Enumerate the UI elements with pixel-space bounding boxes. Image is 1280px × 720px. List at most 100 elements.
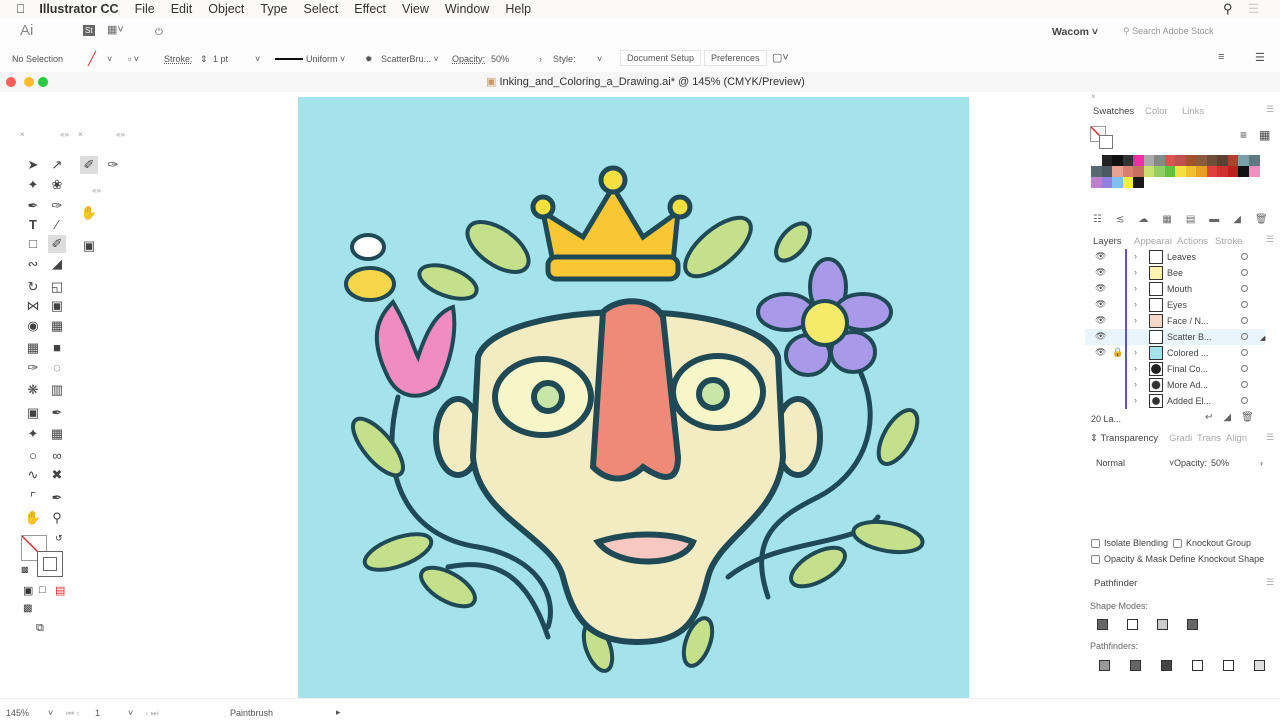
layer-row[interactable]: 👁 › Bee	[1085, 265, 1265, 281]
blend-tool[interactable]: ◌	[48, 359, 66, 377]
magic-wand-tool[interactable]: ✦	[24, 176, 42, 194]
swatches-menu-icon[interactable]: ☰	[1266, 104, 1274, 115]
stroke-label[interactable]: Stroke:	[164, 54, 193, 64]
layers-menu-icon[interactable]: ☰	[1266, 234, 1274, 245]
target-icon[interactable]	[1241, 397, 1248, 404]
visibility-eye-icon[interactable]: 👁	[1095, 267, 1106, 278]
swatch[interactable]	[1101, 166, 1113, 177]
blob-brush-tool[interactable]: ∞	[48, 447, 66, 465]
swatch[interactable]	[1248, 166, 1260, 177]
target-icon[interactable]	[1241, 301, 1248, 308]
outline-icon[interactable]	[1223, 660, 1234, 671]
visibility-eye-icon[interactable]: 👁	[1095, 283, 1106, 294]
swatch[interactable]	[1217, 166, 1228, 177]
swatch-options-icon[interactable]: ▦	[1162, 214, 1185, 225]
knife-tool[interactable]: ✒	[48, 489, 66, 507]
swatch[interactable]	[1196, 166, 1207, 177]
swatch[interactable]	[1101, 177, 1113, 188]
list-view-icon[interactable]: ≡	[1240, 128, 1247, 142]
tab-appearance[interactable]: Appearai	[1134, 236, 1172, 247]
gpu-icon[interactable]: ⏻	[155, 27, 163, 38]
minimize-window-button[interactable]	[24, 77, 34, 87]
swatch[interactable]	[1164, 166, 1176, 177]
opacity-label[interactable]: Opacity:	[452, 54, 485, 64]
stroke-color-box[interactable]	[37, 551, 63, 577]
minus-back-icon[interactable]	[1254, 660, 1265, 671]
expand-chevron-icon[interactable]: ›	[1134, 315, 1137, 325]
swap-colors-icon[interactable]: ↺	[55, 533, 63, 544]
swatch[interactable]	[1206, 155, 1218, 166]
layer-row[interactable]: 👁 › Leaves	[1085, 249, 1265, 265]
swatch[interactable]	[1196, 155, 1207, 166]
swatch[interactable]	[1122, 166, 1134, 177]
swatch[interactable]	[1122, 177, 1134, 188]
layer-row[interactable]: 👁 › Face / N...	[1085, 313, 1265, 329]
free-transform-tool[interactable]: ▣	[48, 297, 66, 315]
layer-row[interactable]: › Final Co...	[1085, 361, 1265, 377]
swatch[interactable]	[1185, 166, 1197, 177]
scale-tool[interactable]: ◱	[48, 278, 66, 296]
gradient-mode-icon[interactable]: □	[39, 584, 46, 596]
arrange-documents-icon[interactable]: ▦˅	[107, 23, 124, 36]
new-layer-icon[interactable]: ◢	[1223, 412, 1241, 423]
pathfinder-menu-icon[interactable]: ☰	[1266, 577, 1274, 588]
expand-chevron-icon[interactable]: ›	[1134, 283, 1137, 293]
shaper-tool[interactable]: ∾	[24, 255, 42, 273]
swatch[interactable]	[1143, 166, 1155, 177]
search-icon[interactable]: ⚲	[1223, 1, 1233, 17]
lock-icon[interactable]: 🔒	[1112, 347, 1123, 358]
zoom-tool[interactable]: ⚲	[48, 509, 66, 527]
exclude-icon[interactable]	[1187, 619, 1198, 630]
stroke-weight[interactable]: 1 pt	[213, 54, 228, 64]
panel-close-icon[interactable]: ×	[1091, 92, 1096, 101]
pen-tool[interactable]: ✒	[24, 197, 42, 215]
cc-library-icon[interactable]: ☁	[1138, 214, 1162, 225]
expand-chevron-icon[interactable]: ›	[1134, 379, 1137, 389]
swatch[interactable]	[1154, 166, 1165, 177]
fill-swatch[interactable]: ╱	[88, 51, 96, 67]
lasso-tool[interactable]: ❀	[48, 176, 66, 194]
tab-layers[interactable]: Layers	[1093, 236, 1122, 247]
gradient-tool[interactable]: ■	[48, 339, 66, 357]
swatch-stroke-indicator[interactable]	[1099, 135, 1113, 149]
artboard-flyout[interactable]: ▣	[80, 237, 98, 255]
swatch[interactable]	[1133, 166, 1144, 177]
line-tool[interactable]: ∕	[48, 216, 66, 234]
knockout-group-checkbox[interactable]: Knockout Group	[1173, 538, 1251, 549]
swatch[interactable]	[1133, 155, 1144, 166]
perspective-grid-tool[interactable]: ▦	[48, 317, 66, 335]
tools-close-icon[interactable]: ×	[20, 130, 25, 139]
artboard-next-last[interactable]: › ⏭	[145, 708, 159, 719]
visibility-eye-icon[interactable]: 👁	[1095, 315, 1106, 326]
brush-definition[interactable]: ScatterBru... ˅	[381, 54, 439, 64]
expand-chevron-icon[interactable]: ›	[1134, 395, 1137, 405]
hand-tool[interactable]: ✋	[24, 509, 42, 527]
target-icon[interactable]	[1241, 333, 1248, 340]
menu-view[interactable]: View	[402, 2, 429, 16]
zoom-level[interactable]: 145%	[6, 708, 29, 718]
swatch[interactable]	[1248, 155, 1260, 166]
swatch[interactable]	[1122, 155, 1134, 166]
layer-row[interactable]: › Added El...	[1085, 393, 1265, 409]
stock-button[interactable]: St	[83, 25, 95, 36]
current-tool-status[interactable]: Paintbrush	[230, 708, 273, 718]
layer-row[interactable]: › More Ad...	[1085, 377, 1265, 393]
collect-export-icon[interactable]: ↵	[1205, 412, 1223, 423]
flyout2-close-icon[interactable]: «»	[92, 186, 101, 195]
eyedropper-tool[interactable]: ✑	[24, 359, 42, 377]
visibility-eye-icon[interactable]: 👁	[1095, 299, 1106, 310]
artboard[interactable]	[298, 97, 969, 698]
zoom-dropdown[interactable]: ˅	[48, 708, 53, 718]
menu-help[interactable]: Help	[505, 2, 531, 16]
expand-chevron-icon[interactable]: ›	[1134, 363, 1137, 373]
stroke-stepper[interactable]: ⇕	[200, 54, 208, 65]
visibility-eye-icon[interactable]: 👁	[1095, 331, 1106, 342]
stroke-weight-dropdown[interactable]: ˅	[255, 54, 260, 64]
tab-align[interactable]: Align	[1226, 433, 1247, 444]
swatch[interactable]	[1143, 155, 1155, 166]
target-icon[interactable]	[1241, 317, 1248, 324]
fill-dropdown[interactable]: ˅	[107, 54, 112, 64]
apple-icon[interactable]: 	[16, 2, 25, 16]
tab-links[interactable]: Links	[1182, 106, 1204, 117]
brush-tools-close-icon[interactable]: ×	[78, 130, 83, 139]
